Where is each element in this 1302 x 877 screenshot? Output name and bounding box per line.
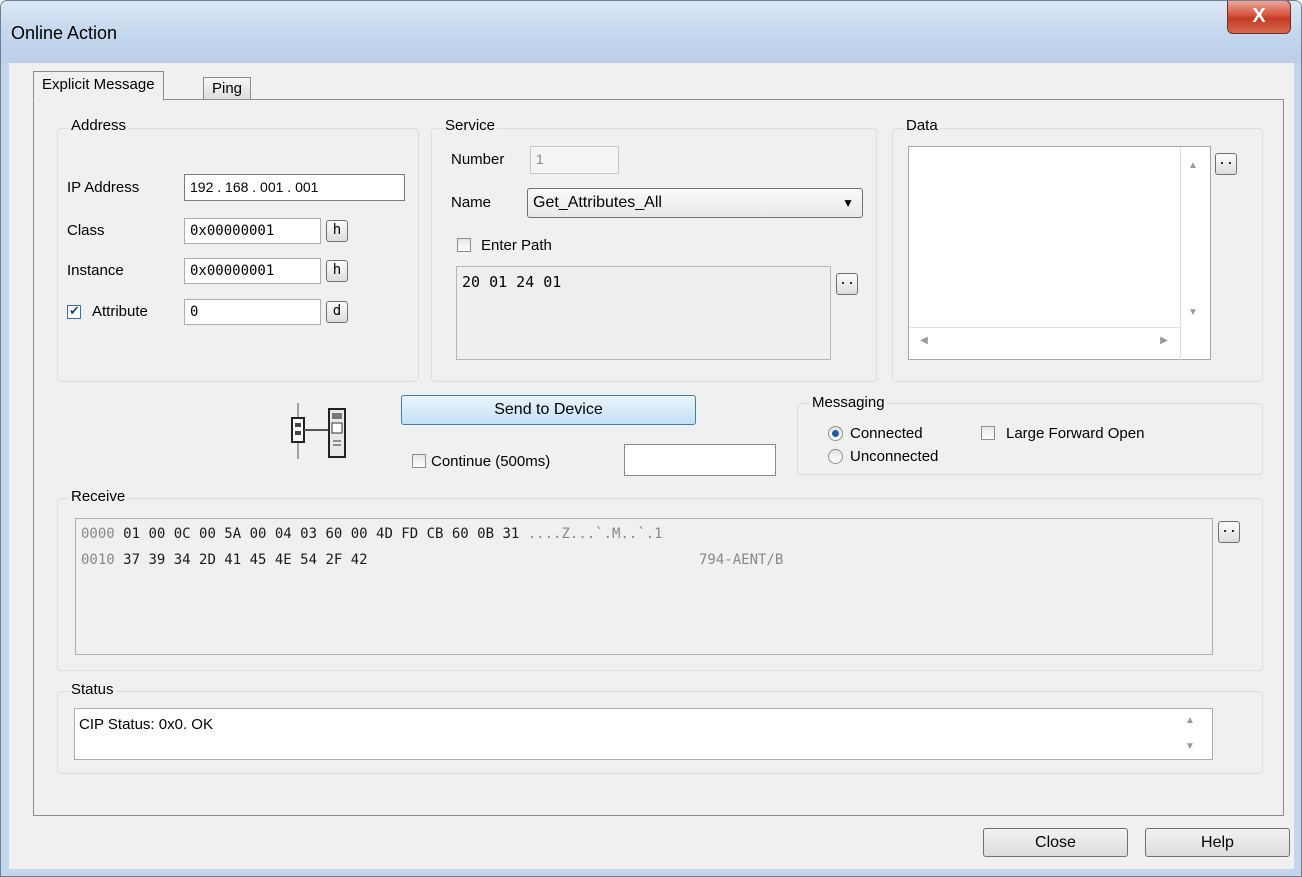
receive-row-hex: 01 00 0C 00 5A 00 04 03 60 00 4D FD CB 6… <box>123 526 520 542</box>
tab-ping[interactable]: Ping <box>203 77 252 100</box>
service-name-dropdown[interactable]: Get_Attributes_All ▼ <box>527 188 863 218</box>
address-group-label: Address <box>69 117 129 134</box>
path-textbox[interactable]: 20 01 24 01 <box>456 266 831 360</box>
class-hex-button[interactable]: h <box>326 220 348 242</box>
receive-row-hex: 37 39 34 2D 41 45 4E 54 2F 42 <box>123 552 368 568</box>
window-frame-left <box>1 63 9 876</box>
data-group-label: Data <box>904 117 940 134</box>
instance-hex-button[interactable]: h <box>326 260 348 282</box>
status-textbox[interactable]: CIP Status: 0x0. OK ▲ ▼ <box>74 708 1213 760</box>
continue-label: Continue (500ms) <box>431 453 551 470</box>
attribute-dec-button[interactable]: d <box>326 301 348 323</box>
receive-row-ascii: 794-AENT/B <box>699 552 784 568</box>
horizontal-scrollbar[interactable] <box>909 327 1180 328</box>
address-group <box>57 128 419 382</box>
data-browse-button[interactable]: .. <box>1215 153 1237 175</box>
instance-label: Instance <box>67 262 124 279</box>
unconnected-label: Unconnected <box>850 448 939 465</box>
scroll-right-icon[interactable]: ▶ <box>1157 335 1171 346</box>
ip-address-label: IP Address <box>67 179 140 196</box>
receive-row: 0010 37 39 34 2D 41 45 4E 54 2F 42 <box>81 551 368 569</box>
receive-row-offset: 0010 <box>81 552 115 568</box>
service-number-label: Number <box>451 151 505 168</box>
status-group-label: Status <box>69 681 116 698</box>
scroll-down-icon[interactable]: ▼ <box>1181 741 1199 752</box>
scroll-up-icon[interactable]: ▲ <box>1181 715 1199 726</box>
data-textbox[interactable]: ▲ ▼ ◀ ▶ <box>908 146 1211 360</box>
receive-textbox[interactable]: 0000 01 00 0C 00 5A 00 04 03 60 00 4D FD… <box>75 518 1213 655</box>
continue-checkbox[interactable] <box>412 454 426 468</box>
service-name-value: Get_Attributes_All <box>533 194 662 211</box>
receive-row-ascii: ....Z...`.M..`.1 <box>527 526 663 542</box>
attribute-checkbox[interactable] <box>67 303 81 319</box>
service-name-label: Name <box>451 194 492 211</box>
tab-explicit-message[interactable]: Explicit Message <box>33 71 164 101</box>
continue-count-field[interactable] <box>624 444 776 476</box>
network-device-icon <box>283 401 353 461</box>
large-forward-open-checkbox[interactable] <box>981 426 995 440</box>
receive-row: 0000 01 00 0C 00 5A 00 04 03 60 00 4D FD… <box>81 525 663 543</box>
service-group-label: Service <box>443 117 498 134</box>
connected-label: Connected <box>850 425 923 442</box>
vertical-scrollbar[interactable] <box>1180 147 1181 360</box>
window-frame-bottom <box>1 869 1301 876</box>
send-to-device-button[interactable]: Send to Device <box>401 395 696 425</box>
help-button[interactable]: Help <box>1145 828 1290 857</box>
chevron-down-icon: ▼ <box>842 196 854 210</box>
instance-input[interactable]: 0x00000001 <box>184 258 321 284</box>
attribute-input[interactable]: 0 <box>184 299 321 325</box>
class-label: Class <box>67 222 105 239</box>
enter-path-checkbox[interactable] <box>457 238 471 252</box>
service-number-input[interactable]: 1 <box>530 146 619 174</box>
status-text: CIP Status: 0x0. OK <box>79 716 213 733</box>
receive-browse-button[interactable]: .. <box>1218 521 1240 543</box>
path-browse-button[interactable]: .. <box>836 273 858 295</box>
scroll-left-icon[interactable]: ◀ <box>917 335 931 346</box>
window-title: Online Action <box>11 23 118 43</box>
ip-address-input[interactable]: 192 . 168 . 001 . 001 <box>184 174 405 201</box>
close-button[interactable]: Close <box>983 828 1128 857</box>
title-bar: Online Action X <box>1 1 1301 63</box>
receive-row-offset: 0000 <box>81 526 115 542</box>
class-input[interactable]: 0x00000001 <box>184 218 321 244</box>
enter-path-label: Enter Path <box>481 237 552 254</box>
unconnected-radio[interactable] <box>828 449 843 464</box>
large-forward-open-label: Large Forward Open <box>1006 425 1145 442</box>
window-close-button[interactable]: X <box>1227 1 1291 34</box>
attribute-label: Attribute <box>92 303 148 320</box>
connected-radio[interactable] <box>828 426 843 441</box>
window-frame-right <box>1294 63 1301 876</box>
messaging-group-label: Messaging <box>810 394 887 411</box>
scroll-down-icon[interactable]: ▼ <box>1184 307 1202 318</box>
scroll-up-icon[interactable]: ▲ <box>1184 160 1202 171</box>
receive-group-label: Receive <box>69 488 128 505</box>
